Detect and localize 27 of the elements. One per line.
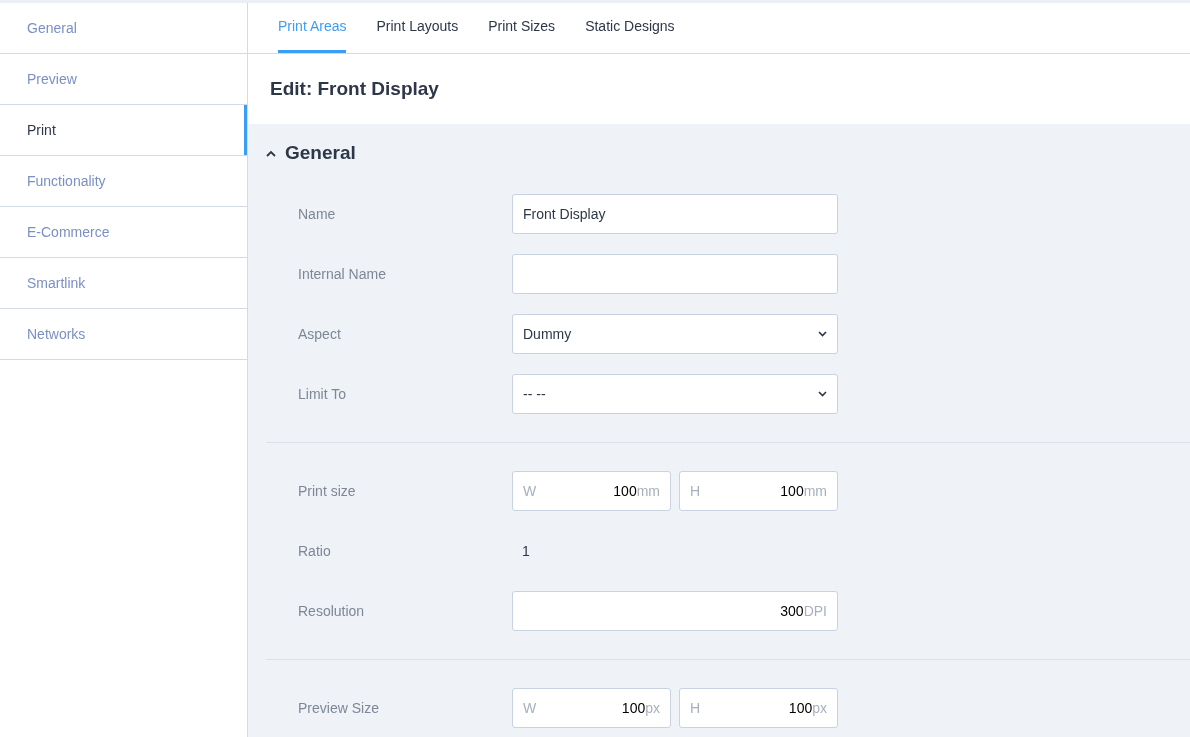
number-field[interactable]: 300DPI: [512, 591, 838, 631]
page-title: Edit: Front Display: [269, 77, 440, 101]
field-label: Ratio: [298, 543, 332, 559]
text-field[interactable]: [512, 254, 838, 294]
sidebar-item[interactable]: Print: [0, 105, 247, 156]
number-field[interactable]: H 100px: [679, 688, 838, 728]
number-field[interactable]: H 100mm: [679, 471, 838, 511]
field-label: Name: [298, 206, 337, 222]
tab[interactable]: Print Layouts: [376, 3, 459, 53]
field-label: Limit To: [298, 386, 347, 402]
dropdown[interactable]: -- --: [512, 374, 838, 414]
tab[interactable]: Print Sizes: [488, 3, 556, 53]
dropdown[interactable]: Dummy: [512, 314, 838, 354]
field-label: Aspect: [298, 326, 342, 342]
field-label: Internal Name: [298, 266, 387, 282]
field-label: Resolution: [298, 603, 366, 619]
ratio-value: 1: [521, 543, 530, 559]
chevron-down-icon: [818, 331, 827, 337]
chevron-down-icon: [818, 391, 827, 397]
number-field[interactable]: W 100mm: [512, 471, 671, 511]
tab[interactable]: Static Designs: [585, 3, 675, 53]
section-title: General: [285, 142, 356, 164]
field-label: Preview Size: [298, 700, 380, 716]
number-field[interactable]: W 100px: [512, 688, 671, 728]
field-label: Print size: [298, 483, 357, 499]
caret-icon[interactable]: [266, 149, 276, 157]
text-field[interactable]: Front Display: [512, 194, 838, 234]
